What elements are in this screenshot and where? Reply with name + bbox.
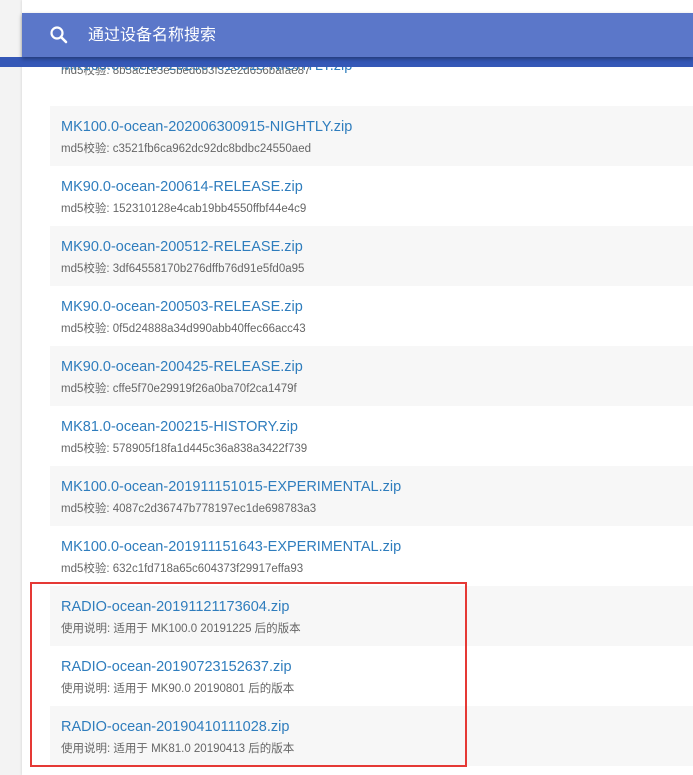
search-bar[interactable]: 通过设备名称搜索	[22, 13, 693, 57]
md5-checksum: md5校验: 152310128e4cab19bb4550ffbf44e4c9	[61, 203, 307, 215]
file-link[interactable]: MK100.0-ocean-202006300915-NIGHTLY.zip	[61, 118, 693, 136]
header-band	[0, 57, 693, 67]
md5-checksum: md5校验: 632c1fd718a65c604373f29917effa93	[61, 563, 304, 575]
md5-checksum: md5校验: c3521fb6ca962dc92dc8bdbc24550aed	[61, 143, 311, 155]
list-item: RADIO-ocean-20190723152637.zip 使用说明: 适用于…	[50, 646, 693, 706]
list-item: RADIO-ocean-20191121173604.zip 使用说明: 适用于…	[50, 586, 693, 646]
md5-checksum: md5校验: 3df64558170b276dffb76d91e5fd0a95	[61, 263, 305, 275]
file-link[interactable]: MK100.0-ocean-201911151015-EXPERIMENTAL.…	[61, 478, 693, 496]
list-item: MK100.0-ocean-202006300915-NIGHTLY.zip m…	[50, 106, 693, 166]
file-list: md5校验: 8b5ac1e3e5bed6b3f32e2d656bafae87 …	[50, 46, 693, 766]
list-item: MK90.0-ocean-200614-RELEASE.zip md5校验: 1…	[50, 166, 693, 226]
file-link[interactable]: MK90.0-ocean-200614-RELEASE.zip	[61, 178, 693, 196]
search-input[interactable]: 通过设备名称搜索	[88, 26, 216, 46]
file-link[interactable]: RADIO-ocean-20191121173604.zip	[61, 598, 693, 616]
list-item: RADIO-ocean-20190410111028.zip 使用说明: 适用于…	[50, 706, 693, 766]
list-item: MK100.0-ocean-201911151015-EXPERIMENTAL.…	[50, 466, 693, 526]
usage-note: 使用说明: 适用于 MK100.0 20191225 后的版本	[61, 623, 301, 635]
usage-note: 使用说明: 适用于 MK90.0 20190801 后的版本	[61, 683, 295, 695]
list-item: MK90.0-ocean-200512-RELEASE.zip md5校验: 3…	[50, 226, 693, 286]
md5-checksum: md5校验: 0f5d24888a34d990abb40ffec66acc43	[61, 323, 306, 335]
md5-checksum: md5校验: cffe5f70e29919f26a0ba70f2ca1479f	[61, 383, 297, 395]
md5-checksum: md5校验: 578905f18fa1d445c36a838a3422f739	[61, 443, 308, 455]
file-link[interactable]: RADIO-ocean-20190723152637.zip	[61, 658, 693, 676]
list-item: MK90.0-ocean-200425-RELEASE.zip md5校验: c…	[50, 346, 693, 406]
file-link[interactable]: MK81.0-ocean-200215-HISTORY.zip	[61, 418, 693, 436]
list-item: MK100.0-ocean-201911151643-EXPERIMENTAL.…	[50, 526, 693, 586]
file-list-panel: md5校验: 8b5ac1e3e5bed6b3f32e2d656bafae87 …	[22, 0, 693, 775]
file-link[interactable]: MK90.0-ocean-200512-RELEASE.zip	[61, 238, 693, 256]
search-icon[interactable]	[48, 24, 70, 46]
file-link[interactable]: MK90.0-ocean-200503-RELEASE.zip	[61, 298, 693, 316]
md5-checksum: md5校验: 4087c2d36747b778197ec1de698783a3	[61, 503, 317, 515]
list-item: MK90.0-ocean-200503-RELEASE.zip md5校验: 0…	[50, 286, 693, 346]
usage-note: 使用说明: 适用于 MK81.0 20190413 后的版本	[61, 743, 295, 755]
list-item: MK81.0-ocean-200215-HISTORY.zip md5校验: 5…	[50, 406, 693, 466]
file-link[interactable]: RADIO-ocean-20190410111028.zip	[61, 718, 693, 736]
file-link[interactable]: MK90.0-ocean-200425-RELEASE.zip	[61, 358, 693, 376]
file-link[interactable]: MK100.0-ocean-201911151643-EXPERIMENTAL.…	[61, 538, 693, 556]
